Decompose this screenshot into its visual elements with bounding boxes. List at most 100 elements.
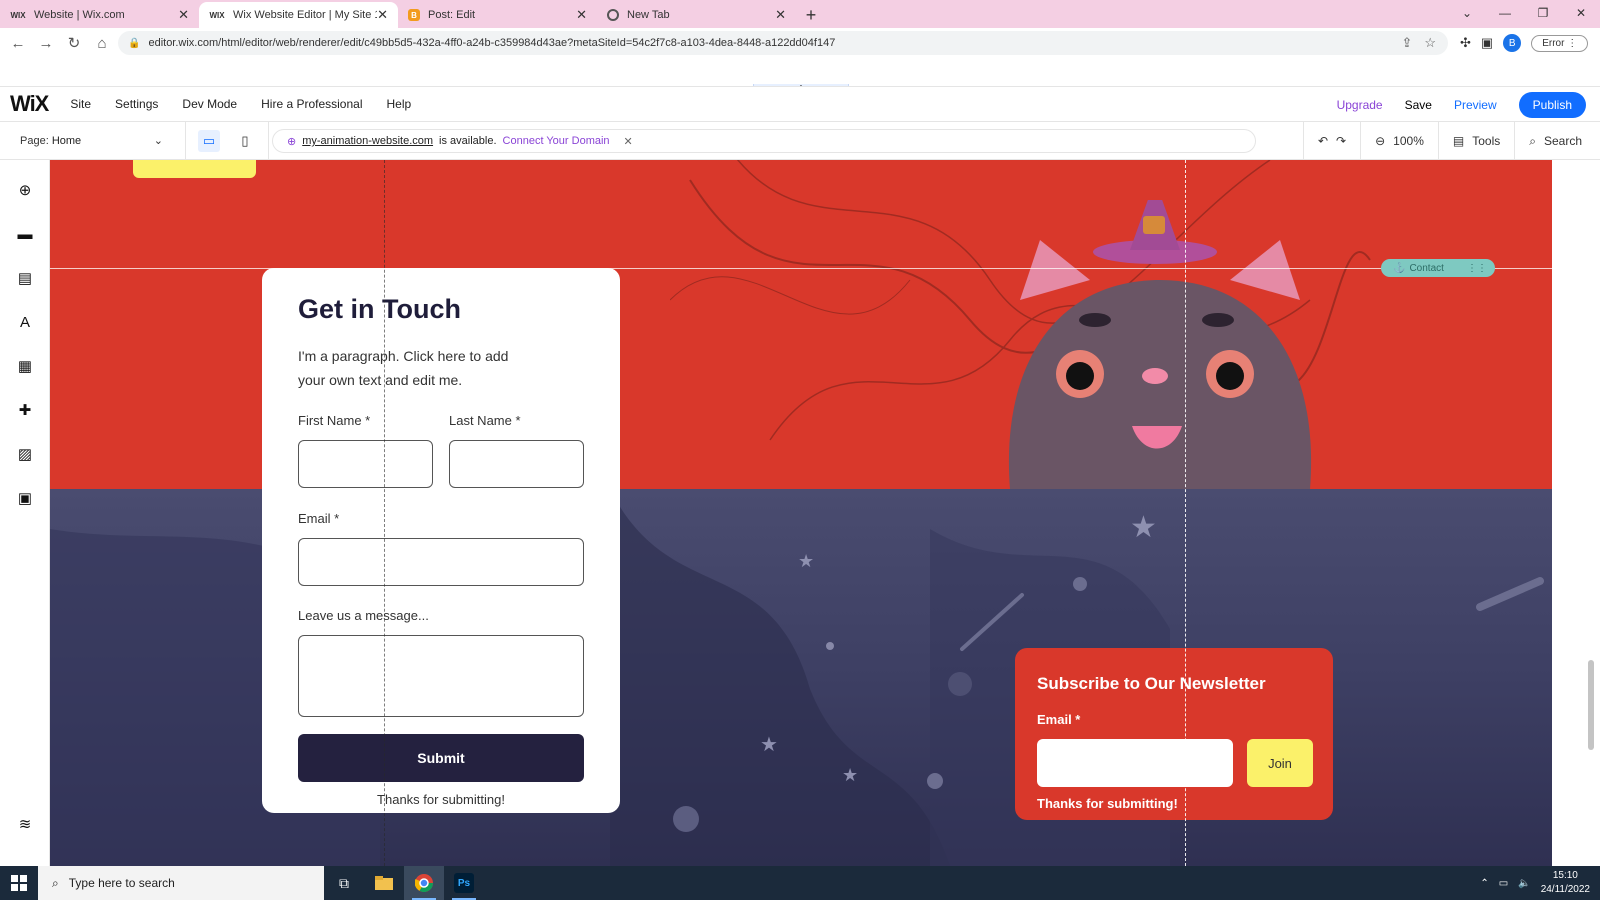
- tab-close-icon[interactable]: ✕: [576, 7, 587, 23]
- tab-close-icon[interactable]: ✕: [377, 7, 388, 23]
- pages-icon[interactable]: ▤: [15, 268, 35, 288]
- anchor-tag-contact[interactable]: ⚓ Contact ⋮⋮: [1381, 259, 1495, 277]
- save-button[interactable]: Save: [1405, 98, 1432, 112]
- first-name-field[interactable]: [298, 440, 433, 488]
- home-icon[interactable]: ⌂: [88, 35, 116, 52]
- bookmark-star-icon[interactable]: ☆: [1424, 35, 1436, 51]
- wix-logo[interactable]: WiX: [10, 91, 49, 117]
- wix-favicon-icon: WIX: [209, 10, 225, 20]
- editor-canvas[interactable]: ★ ★ ★ ★ ⚓ Contact ⋮⋮ Get in Touch I'm a: [50, 160, 1552, 866]
- contact-form-card[interactable]: Get in Touch I'm a paragraph. Click here…: [262, 268, 620, 813]
- reload-icon[interactable]: ↻: [60, 34, 88, 52]
- email-field[interactable]: [298, 538, 584, 586]
- publish-button[interactable]: Publish: [1518, 92, 1586, 118]
- business-apps-icon[interactable]: ✚: [15, 400, 35, 420]
- clock-date: 24/11/2022: [1540, 884, 1590, 895]
- network-icon[interactable]: ▭: [1499, 878, 1508, 889]
- wix-top-actions: Upgrade Save Preview Publish: [1337, 87, 1586, 123]
- tray-chevron-icon[interactable]: ⌃: [1480, 878, 1488, 889]
- taskbar-clock[interactable]: 15:10 24/11/2022: [1541, 869, 1590, 897]
- cms-icon[interactable]: ▣: [15, 488, 35, 508]
- blogger-favicon-icon: B: [408, 9, 420, 21]
- task-view-icon[interactable]: ⧉: [324, 866, 364, 900]
- tab-search-icon[interactable]: ⌄: [1448, 6, 1486, 20]
- menu-site[interactable]: Site: [70, 97, 91, 111]
- drag-handle-icon[interactable]: ⋮⋮: [1467, 263, 1487, 274]
- newsletter-box[interactable]: Subscribe to Our Newsletter Email * Join…: [1015, 648, 1333, 820]
- browser-tab-wix-website[interactable]: WIX Website | Wix.com ✕: [0, 2, 199, 28]
- taskbar-search-box[interactable]: ⌕ Type here to search: [38, 866, 324, 900]
- upgrade-button[interactable]: Upgrade: [1337, 98, 1383, 112]
- cat-illustration[interactable]: [950, 200, 1370, 500]
- zoom-level: 100%: [1393, 134, 1424, 148]
- page-selector[interactable]: Page: Home ⌄: [0, 121, 186, 160]
- add-elements-icon[interactable]: ⊕: [15, 180, 35, 200]
- media-icon[interactable]: ▨: [15, 444, 35, 464]
- close-banner-icon[interactable]: ✕: [624, 135, 633, 148]
- redo-icon[interactable]: ↷: [1336, 134, 1346, 148]
- window-controls: ⌄ — ❐ ✕: [1448, 0, 1600, 26]
- tab-close-icon[interactable]: ✕: [775, 7, 786, 23]
- connect-domain-link[interactable]: Connect Your Domain: [503, 135, 610, 147]
- menu-dev-mode[interactable]: Dev Mode: [182, 97, 237, 111]
- tools-button[interactable]: ▤ Tools: [1437, 122, 1514, 160]
- new-tab-button[interactable]: +: [796, 2, 826, 28]
- newsletter-email-field[interactable]: [1037, 739, 1233, 787]
- newsletter-title[interactable]: Subscribe to Our Newsletter: [1037, 674, 1266, 694]
- browser-tab-new-tab[interactable]: New Tab ✕: [597, 2, 796, 28]
- photoshop-taskbar-icon[interactable]: Ps: [444, 866, 484, 900]
- scrollbar-thumb[interactable]: [1588, 660, 1594, 750]
- tools-icon: ▤: [1452, 134, 1465, 148]
- volume-icon[interactable]: 🔈: [1518, 878, 1530, 889]
- message-field[interactable]: [298, 635, 584, 717]
- error-menu-button[interactable]: Error ⋮: [1531, 34, 1589, 52]
- forward-icon[interactable]: →: [32, 35, 60, 52]
- contact-title[interactable]: Get in Touch: [298, 294, 461, 325]
- selected-element-handle[interactable]: [133, 160, 256, 178]
- layers-icon[interactable]: ≋: [15, 814, 35, 834]
- preview-button[interactable]: Preview: [1454, 98, 1497, 112]
- restore-icon[interactable]: ❐: [1524, 6, 1562, 20]
- contact-thanks-text: Thanks for submitting!: [377, 792, 505, 807]
- extensions-icon[interactable]: ✣: [1460, 35, 1471, 51]
- last-name-field[interactable]: [449, 440, 584, 488]
- menu-help[interactable]: Help: [387, 97, 412, 111]
- canvas-scrollbar[interactable]: [1552, 160, 1600, 866]
- tab-close-icon[interactable]: ✕: [178, 7, 189, 23]
- site-design-icon[interactable]: A: [15, 312, 35, 332]
- last-name-label: Last Name *: [449, 413, 521, 428]
- newsletter-email-label: Email *: [1037, 712, 1081, 727]
- apps-icon[interactable]: ▦: [15, 356, 35, 376]
- undo-redo-group: ↶ ↷: [1302, 122, 1360, 160]
- omnibox-actions: ⇪ ☆: [1401, 31, 1436, 55]
- lock-icon: 🔒: [128, 37, 141, 49]
- file-explorer-icon[interactable]: [364, 866, 404, 900]
- submit-button[interactable]: Submit: [298, 734, 584, 782]
- chrome-taskbar-icon[interactable]: [404, 866, 444, 900]
- error-label: Error: [1542, 37, 1565, 49]
- browser-tab-post-edit[interactable]: B Post: Edit ✕: [398, 2, 597, 28]
- domain-name[interactable]: my-animation-website.com: [302, 135, 433, 147]
- mobile-view-icon[interactable]: ▯: [234, 130, 256, 152]
- search-button[interactable]: ⌕ Search: [1514, 122, 1600, 160]
- tab-title: Post: Edit: [428, 9, 476, 21]
- desktop-view-icon[interactable]: ▭: [198, 129, 220, 152]
- add-section-icon[interactable]: ▬: [15, 224, 35, 244]
- contact-paragraph[interactable]: I'm a paragraph. Click here to add your …: [298, 344, 538, 392]
- search-icon: ⌕: [1529, 133, 1536, 148]
- url-bar[interactable]: 🔒 editor.wix.com/html/editor/web/rendere…: [118, 31, 1448, 55]
- close-window-icon[interactable]: ✕: [1562, 6, 1600, 20]
- share-icon[interactable]: ⇪: [1401, 35, 1412, 51]
- profile-avatar[interactable]: B: [1503, 34, 1522, 52]
- chrome-favicon-icon: [607, 9, 619, 21]
- join-button[interactable]: Join: [1247, 739, 1313, 787]
- minimize-icon[interactable]: —: [1486, 6, 1524, 20]
- back-icon[interactable]: ←: [4, 35, 32, 52]
- windows-start-icon[interactable]: [0, 866, 38, 900]
- zoom-control[interactable]: ⊖ 100%: [1360, 122, 1438, 160]
- menu-settings[interactable]: Settings: [115, 97, 158, 111]
- menu-hire-professional[interactable]: Hire a Professional: [261, 97, 362, 111]
- side-panel-icon[interactable]: ▣: [1481, 35, 1493, 51]
- undo-icon[interactable]: ↶: [1318, 134, 1328, 148]
- browser-tab-wix-editor[interactable]: WIX Wix Website Editor | My Site 1 ✕: [199, 2, 398, 28]
